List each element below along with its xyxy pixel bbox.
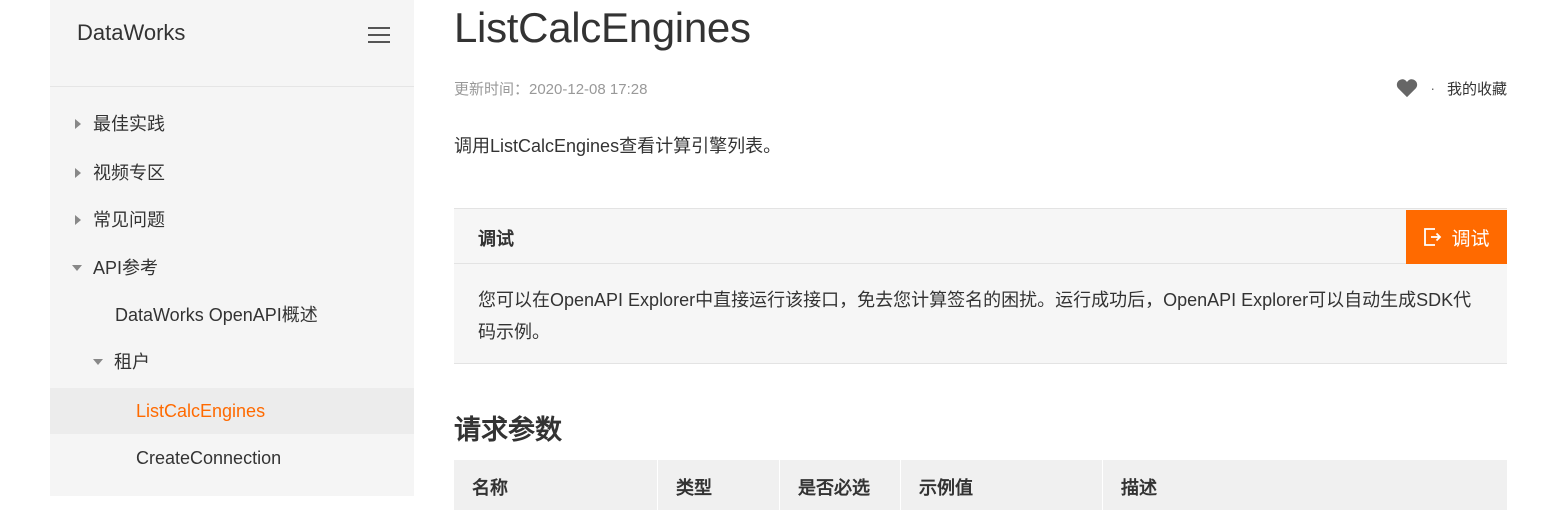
debug-button[interactable]: 调试 [1406,210,1507,264]
updated-time: 更新时间：2020-12-08 17:28 [454,81,648,98]
column-header-type: 类型 [658,460,780,510]
debug-button-label: 调试 [1451,228,1490,250]
sidebar-item-label: API参考 [93,258,159,278]
sidebar-item-label: ListCalcEngines [136,401,266,421]
sidebar-item-label: 视频专区 [93,163,165,183]
brand-title[interactable]: DataWorks [77,20,185,46]
hamburger-menu-icon[interactable] [368,26,390,44]
caret-right-icon [75,119,81,129]
column-header-example: 示例值 [901,460,1103,510]
caret-down-icon [93,359,103,365]
column-header-required: 是否必选 [780,460,901,510]
column-header-description: 描述 [1121,478,1157,498]
caret-right-icon [75,215,81,225]
debug-panel-body: 您可以在OpenAPI Explorer中直接运行该接口，免去您计算签名的困扰。… [478,290,1472,342]
sidebar-item-label: 常见问题 [93,210,165,230]
sidebar-header: DataWorks [50,0,414,87]
main-content: ListCalcEngines 更新时间：2020-12-08 17:28 · … [454,0,1507,510]
sidebar-item-faq[interactable]: 常见问题 [75,197,395,243]
sidebar-item-video[interactable]: 视频专区 [75,150,395,196]
sidebar-item-label: 最佳实践 [93,114,165,134]
sidebar-item-openapi-overview[interactable]: DataWorks OpenAPI概述 [115,292,405,338]
sidebar-item-listcalcengines[interactable]: ListCalcEngines [136,388,406,434]
debug-panel-title: 调试 [478,229,514,249]
heart-icon [1397,79,1418,98]
favorite-button[interactable]: · 我的收藏 [1396,77,1507,99]
sidebar-item-api-reference[interactable]: API参考 [72,245,392,291]
caret-down-icon [72,265,82,271]
params-table-header: 名称 类型 是否必选 示例值 描述 [454,460,1507,510]
sidebar: DataWorks 最佳实践 视频专区 常见问题 API参考 DataWorks… [50,0,414,496]
sidebar-item-label: DataWorks OpenAPI概述 [115,305,318,325]
request-params-heading: 请求参数 [454,415,562,445]
sidebar-item-label: 租户 [114,352,150,372]
favorite-label: 我的收藏 [1446,80,1507,98]
sidebar-item-best-practice[interactable]: 最佳实践 [75,101,395,147]
column-header-name: 名称 [454,460,658,510]
api-description: 调用ListCalcEngines查看计算引擎列表。 [454,136,782,156]
caret-right-icon [75,168,81,178]
open-external-icon [1424,228,1442,246]
separator-dot: · [1430,80,1435,96]
debug-panel-header: 调试 调试 [454,209,1507,264]
debug-panel: 调试 调试 您可以在OpenAPI Explorer中直接运行该接口，免去您计算… [454,208,1507,364]
page-title: ListCalcEngines [454,4,751,51]
sidebar-item-label: CreateConnection [136,448,282,468]
sidebar-item-tenant[interactable]: 租户 [93,339,393,385]
sidebar-item-createconnection[interactable]: CreateConnection [136,435,406,481]
